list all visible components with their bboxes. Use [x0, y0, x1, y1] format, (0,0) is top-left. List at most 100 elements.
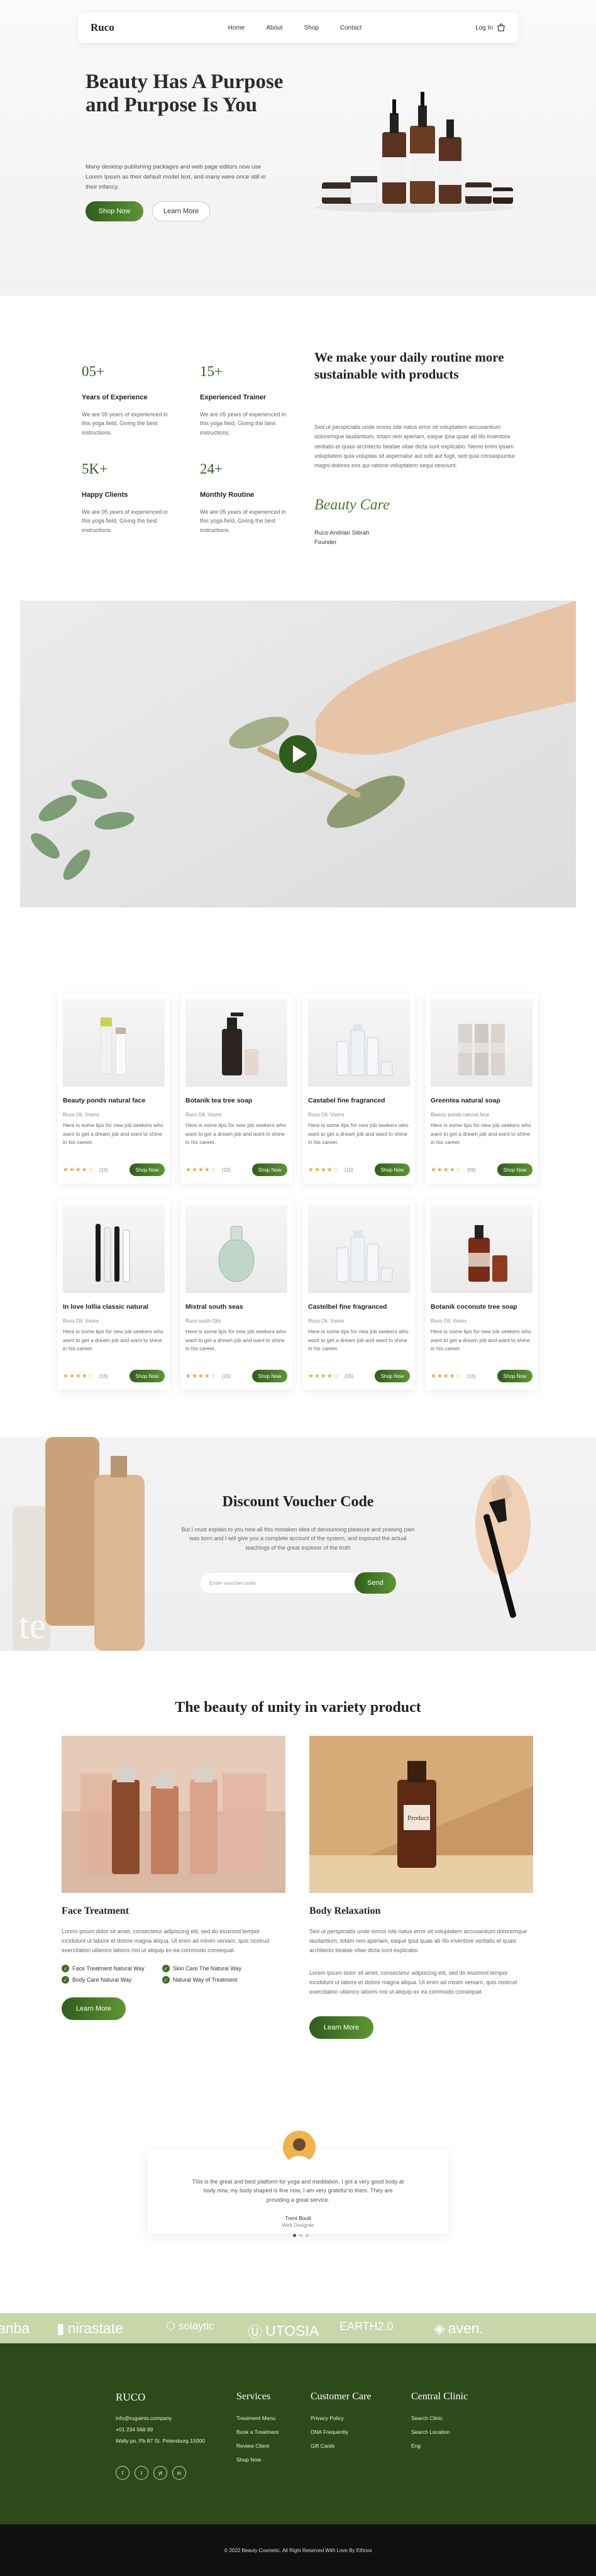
rating-count: (15) [221, 1373, 231, 1379]
brand-logo: Ⓤ UTOSIA [248, 2320, 319, 2341]
product-card[interactable]: Castelbel fine fragranced Ruco Oil, Vson… [303, 1200, 415, 1390]
body-relaxation-text-2: Lorem ipsum dolor sit amet, consectetur … [309, 1970, 517, 1995]
product-card[interactable]: Mistral south seas Ruco south Oils Here … [180, 1200, 292, 1390]
footer-link[interactable]: Gift Cards [311, 2443, 334, 2449]
shop-now-button[interactable]: Shop Now [252, 1163, 287, 1176]
footer-link[interactable]: Privacy Policy [311, 2415, 344, 2421]
footer-logo[interactable]: RUCO [116, 2391, 145, 2404]
shop-now-button[interactable]: Shop Now [375, 1370, 410, 1382]
youtube-icon[interactable]: yt [153, 2466, 167, 2480]
product-image [308, 999, 410, 1087]
logo[interactable]: Ruco [91, 21, 114, 34]
product-name: In love lollia classic natural [63, 1303, 148, 1311]
nav-home[interactable]: Home [228, 25, 245, 31]
brand-logo: ◈ aven. [434, 2320, 483, 2336]
carousel-dot[interactable] [306, 2234, 309, 2237]
brand-mark-icon: ◈ [434, 2320, 445, 2336]
shop-now-button[interactable]: Shop Now [497, 1163, 533, 1176]
product-footer: ★★★★☆ (15) Shop Now [431, 1370, 533, 1382]
voucher-send-button[interactable]: Send [355, 1572, 396, 1594]
face-treatment-text: Lorem ipsum dolor sit amet, consectetur … [62, 1928, 270, 1953]
product-description: Here is some tips for new job seekers wh… [63, 1328, 163, 1352]
facebook-icon[interactable]: f [116, 2466, 130, 2480]
founder-name: Ruco Andrian Sibrah [314, 530, 370, 536]
twitter-icon[interactable]: t [135, 2466, 148, 2480]
shop-now-button[interactable]: Shop Now [130, 1370, 165, 1382]
face-treatment-image [62, 1736, 285, 1893]
login-link[interactable]: Log In [475, 25, 493, 31]
footer-link[interactable]: Review Client [236, 2443, 269, 2449]
rating-stars: ★★★★☆ [63, 1166, 94, 1174]
carousel-dots [293, 2234, 309, 2237]
shop-now-button[interactable]: Shop Now [497, 1370, 533, 1382]
product-name: Botanik tea tree soap [185, 1097, 253, 1104]
testimonial-text: This is the great and best platform for … [192, 2179, 404, 2203]
product-footer: ★★★★☆ (15) Shop Now [308, 1370, 410, 1382]
body-learn-more-button[interactable]: Learn More [309, 2016, 373, 2039]
product-card[interactable]: Greentea natural soap Beauty ponds natur… [426, 994, 538, 1184]
shop-now-button[interactable]: Shop Now [86, 201, 143, 221]
product-brand: Ruco Oil, Vsons [63, 1318, 99, 1324]
shop-now-button[interactable]: Shop Now [375, 1163, 410, 1176]
check-item: ✓ Body Care Natural Way [62, 1976, 162, 1984]
check-icon: ✓ [162, 1976, 170, 1984]
product-name: Botanik coconute tree soap [431, 1303, 517, 1311]
footer-link[interactable]: Search Location [411, 2429, 450, 2435]
footer-email[interactable]: info@rugaints.company [116, 2415, 172, 2421]
footer-link[interactable]: Eng [411, 2443, 421, 2449]
product-footer: ★★★★☆ (09) Shop Now [431, 1163, 533, 1176]
stat-label: Happy Clients [82, 491, 128, 499]
brand-mark-icon: ⬡ [166, 2320, 175, 2332]
navbar: Ruco Home About Shop Contact Log In [78, 13, 518, 43]
product-image [308, 1205, 410, 1293]
check-label: Body Care Natural Way [72, 1977, 132, 1983]
stat-desc: We are 05 years of experienced in this y… [82, 411, 168, 436]
product-card[interactable]: Castabel fine fragranced Ruco Oil, Vsons… [303, 994, 415, 1184]
footer-link[interactable]: Shop Now [236, 2457, 261, 2463]
founder-role: Founder [314, 539, 337, 547]
shop-now-button[interactable]: Shop Now [130, 1163, 165, 1176]
learn-more-button[interactable]: Learn More [152, 201, 210, 221]
rating-stars: ★★★★☆ [308, 1372, 339, 1380]
sustain-title: We make your daily routine more sustaina… [314, 350, 504, 382]
rating-stars: ★★★★☆ [185, 1166, 217, 1174]
face-learn-more-button[interactable]: Learn More [62, 1997, 126, 2020]
footer-link[interactable]: Treatment Menu [236, 2415, 275, 2421]
brand-mark-icon: ▮ [57, 2320, 65, 2336]
rating-stars: ★★★★☆ [63, 1372, 94, 1380]
nav-contact[interactable]: Contact [340, 25, 361, 31]
product-card[interactable]: Beauty ponds natural face Ruco Oil, Vson… [58, 994, 170, 1184]
product-card[interactable]: In love lollia classic natural Ruco Oil,… [58, 1200, 170, 1390]
cart-icon[interactable] [497, 23, 505, 32]
footer-link[interactable]: Search Clinic [411, 2415, 443, 2421]
linkedin-icon[interactable]: in [172, 2466, 186, 2480]
footer-link[interactable]: DNA Frequently [311, 2429, 348, 2435]
stat-years: 05+ Years of Experience We are 05 years … [82, 364, 176, 437]
stat-label: Monthly Routine [200, 491, 255, 499]
check-icon: ✓ [62, 1965, 69, 1972]
stat-desc: We are 05 years of experienced in this y… [200, 509, 286, 533]
product-card[interactable]: Botanik tea tree soap Ruco Oil, Vsons He… [180, 994, 292, 1184]
product-name: Castabel fine fragranced [308, 1097, 385, 1104]
footer-phone[interactable]: +01 234 568 89 [116, 2426, 153, 2433]
product-card[interactable]: Botanik coconute tree soap Ruco Oil, Vso… [426, 1200, 538, 1390]
product-footer: ★★★★☆ (15) Shop Now [185, 1163, 287, 1176]
cosmetic-tubes-image: te [13, 1437, 145, 1651]
shop-now-button[interactable]: Shop Now [252, 1370, 287, 1382]
nav-about[interactable]: About [266, 25, 282, 31]
product-brand: Ruco Oil, Vsons [308, 1112, 345, 1118]
nav-shop[interactable]: Shop [304, 25, 318, 31]
voucher-input[interactable]: Enter voucher code [200, 1572, 365, 1594]
body-relaxation-text-1: Sed ut perspiciatis unde omnis iste natu… [309, 1928, 527, 1953]
hero-title: Beauty Has A Purpose and Purpose Is You [86, 70, 284, 117]
rating-stars: ★★★★☆ [431, 1166, 462, 1174]
face-treatment-heading: Face Treatment [62, 1906, 130, 1916]
carousel-dot-active[interactable] [293, 2234, 296, 2237]
svg-text:te: te [19, 1605, 46, 1646]
video-banner [20, 601, 576, 908]
carousel-dot[interactable] [299, 2234, 302, 2237]
footer-link[interactable]: Book a Treatment [236, 2429, 279, 2435]
rating-count: (15) [221, 1167, 231, 1173]
check-label: Natural Way of Treatment [173, 1977, 238, 1983]
product-description: Here is some tips for new job seekers wh… [185, 1328, 286, 1352]
